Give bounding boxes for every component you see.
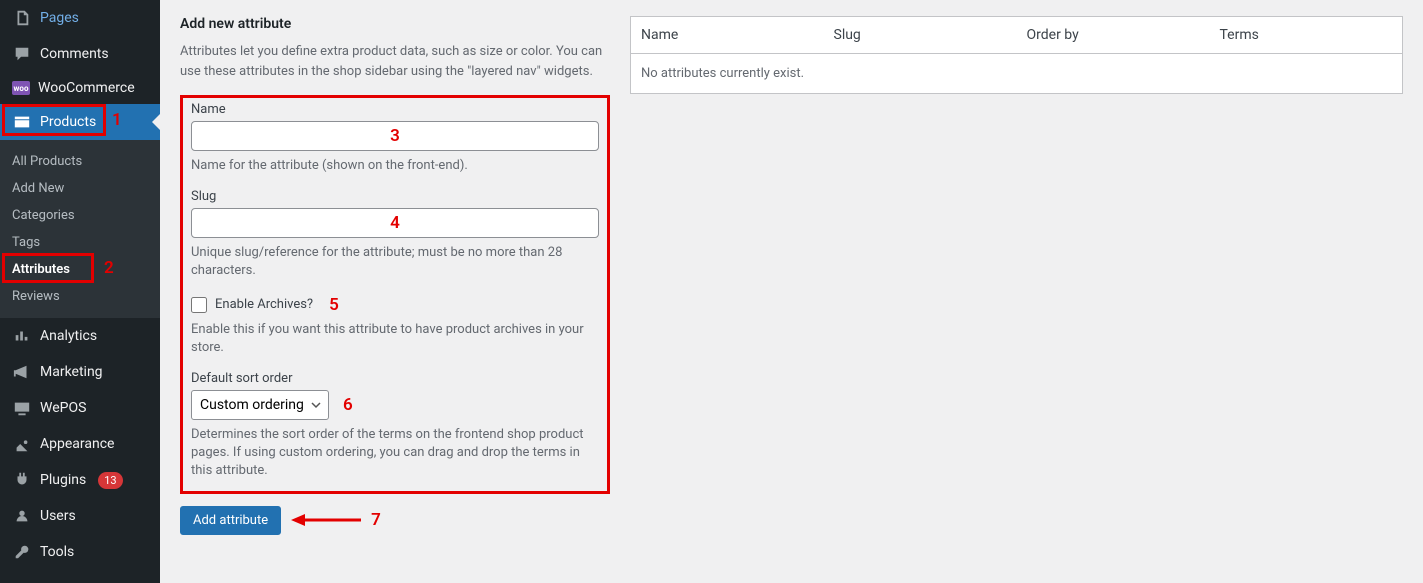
th-terms[interactable]: Terms [1210, 17, 1403, 54]
annotation-2: 2 [104, 258, 114, 278]
slug-input[interactable] [191, 208, 599, 238]
annotation-6: 6 [343, 395, 353, 415]
pages-icon [12, 8, 32, 28]
page-title: Add new attribute [180, 16, 610, 32]
sidebar-label: WooCommerce [38, 80, 135, 96]
sort-label: Default sort order [191, 371, 599, 386]
sidebar-item-plugins[interactable]: Plugins 13 [0, 462, 160, 498]
archives-checkbox[interactable] [191, 297, 207, 313]
annotation-5: 5 [329, 295, 339, 315]
sidebar-item-comments[interactable]: Comments [0, 36, 160, 72]
annotation-1: 1 [112, 110, 122, 130]
sidebar-item-users[interactable]: Users [0, 498, 160, 534]
archives-label: Enable Archives? [215, 297, 313, 312]
sidebar-label: Analytics [40, 328, 97, 344]
marketing-icon [12, 362, 32, 382]
submenu-tags[interactable]: Tags [0, 229, 160, 256]
sidebar-item-analytics[interactable]: Analytics [0, 318, 160, 354]
sidebar-item-woocommerce[interactable]: woo WooCommerce [0, 72, 160, 104]
sidebar-item-marketing[interactable]: Marketing [0, 354, 160, 390]
comments-icon [12, 44, 32, 64]
submenu-add-new[interactable]: Add New [0, 175, 160, 202]
users-icon [12, 506, 32, 526]
submenu-categories[interactable]: Categories [0, 202, 160, 229]
products-icon [12, 112, 32, 132]
admin-sidebar: Pages Comments woo WooCommerce 1 Product… [0, 0, 160, 583]
sidebar-item-pages[interactable]: Pages [0, 0, 160, 36]
annotation-7: 7 [371, 510, 381, 530]
name-help: Name for the attribute (shown on the fro… [191, 157, 599, 175]
sidebar-label: Tools [40, 544, 74, 560]
add-attribute-button[interactable]: Add attribute [180, 506, 281, 535]
submenu-attributes[interactable]: Attributes [0, 256, 160, 283]
slug-help: Unique slug/reference for the attribute;… [191, 244, 599, 280]
sort-help: Determines the sort order of the terms o… [191, 426, 599, 481]
sidebar-item-tools[interactable]: Tools [0, 534, 160, 570]
sidebar-label: Users [40, 508, 76, 524]
submenu-all-products[interactable]: All Products [0, 148, 160, 175]
tools-icon [12, 542, 32, 562]
sort-select[interactable]: Custom ordering [191, 390, 329, 420]
slug-label: Slug [191, 189, 599, 204]
archives-help: Enable this if you want this attribute t… [191, 321, 599, 357]
sidebar-item-appearance[interactable]: Appearance [0, 426, 160, 462]
sidebar-label: Products [40, 114, 96, 130]
sidebar-label: WePOS [40, 400, 86, 416]
submenu-reviews[interactable]: Reviews [0, 283, 160, 310]
th-order[interactable]: Order by [1017, 17, 1210, 54]
form-annotation-box: Name 3 Name for the attribute (shown on … [180, 95, 610, 494]
name-input[interactable] [191, 121, 599, 151]
main-content: Add new attribute Attributes let you def… [160, 0, 1423, 583]
annotation-arrow-icon [291, 510, 361, 530]
sidebar-label: Pages [40, 10, 79, 26]
table-empty: No attributes currently exist. [631, 54, 1403, 94]
sidebar-label: Appearance [40, 436, 114, 452]
sidebar-item-products[interactable]: Products [0, 104, 160, 140]
sidebar-label: Marketing [40, 364, 103, 380]
plugins-badge: 13 [98, 472, 122, 489]
appearance-icon [12, 434, 32, 454]
page-intro: Attributes let you define extra product … [180, 42, 610, 81]
wepos-icon [12, 398, 32, 418]
sidebar-item-wepos[interactable]: WePOS [0, 390, 160, 426]
woocommerce-icon: woo [12, 81, 30, 95]
analytics-icon [12, 326, 32, 346]
sidebar-label: Plugins [40, 472, 86, 488]
th-slug[interactable]: Slug [824, 17, 1017, 54]
products-submenu: All Products Add New Categories Tags 2 A… [0, 140, 160, 318]
sidebar-label: Comments [40, 46, 109, 62]
th-name[interactable]: Name [631, 17, 824, 54]
plugins-icon [12, 470, 32, 490]
name-label: Name [191, 102, 599, 117]
attributes-table: Name Slug Order by Terms No attributes c… [630, 16, 1403, 94]
